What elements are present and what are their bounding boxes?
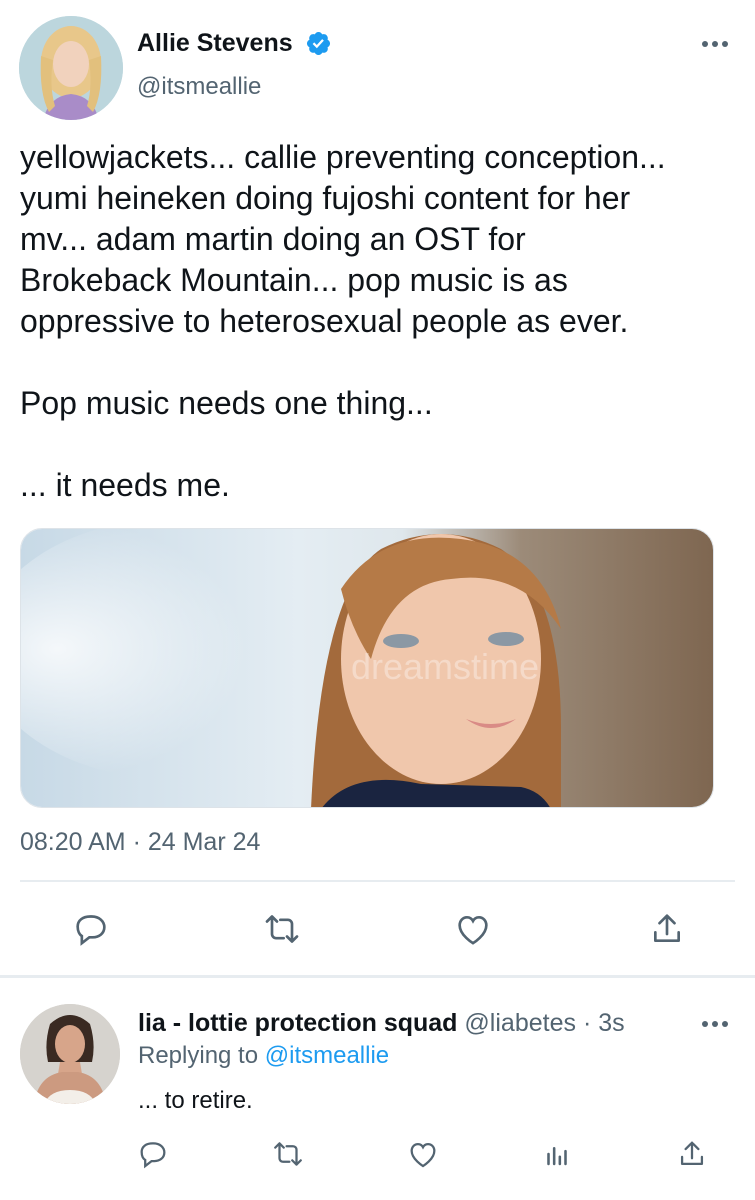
share-icon — [680, 1141, 704, 1166]
reply-share-button[interactable] — [672, 1134, 712, 1174]
tweet-body-line: yumi heineken doing fujoshi content for … — [20, 180, 631, 216]
tweet-timestamp[interactable]: 08:20 AM · 24 Mar 24 — [20, 828, 260, 857]
author-handle[interactable]: @itsmeallie — [137, 73, 261, 101]
author-name[interactable]: Allie Stevens — [137, 29, 293, 58]
verified-badge-icon — [306, 31, 331, 56]
tweet-body-line: oppressive to heterosexual people as eve… — [20, 303, 629, 339]
tweet-body-line: ... it needs me. — [20, 467, 230, 503]
retweet-icon — [274, 1142, 302, 1166]
reply-author-name[interactable]: lia - lottie protection squad — [138, 1009, 457, 1037]
author-avatar[interactable] — [19, 16, 123, 120]
reply-body: ... to retire. — [138, 1087, 253, 1114]
replying-to-mention[interactable]: @itsmeallie — [265, 1042, 389, 1069]
tweet-media-image[interactable]: dreamstime — [20, 528, 714, 808]
reply-author-handle[interactable]: @liabetes — [464, 1009, 576, 1037]
reply-button[interactable] — [69, 907, 113, 951]
replying-to-line: Replying to @itsmeallie — [138, 1042, 389, 1070]
reply-author-avatar[interactable] — [20, 1004, 120, 1104]
media-watermark: dreamstime — [351, 646, 539, 687]
share-button[interactable] — [645, 907, 689, 951]
tweet-body-line: Brokeback Mountain... pop music is as — [20, 262, 568, 298]
tweet-body-line: Pop music needs one thing... — [20, 385, 433, 421]
replying-to-label: Replying to — [138, 1042, 259, 1069]
reply-tweet: lia - lottie protection squad @liabetes … — [0, 978, 755, 1200]
reply-header: lia - lottie protection squad @liabetes … — [138, 1009, 625, 1038]
retweet-button[interactable] — [260, 907, 304, 951]
analytics-icon — [547, 1147, 567, 1166]
tweet-body: yellowjackets... callie preventing conce… — [20, 137, 740, 506]
reply-icon — [76, 915, 106, 946]
tweet-body-line: yellowjackets... callie preventing conce… — [20, 139, 666, 175]
more-options-icon[interactable] — [698, 1014, 732, 1034]
reply-icon — [140, 1142, 166, 1169]
like-icon — [458, 915, 488, 945]
reply-reply-button[interactable] — [133, 1134, 173, 1174]
more-options-icon[interactable] — [698, 34, 732, 54]
reply-time[interactable]: 3s — [598, 1009, 624, 1037]
reply-retweet-button[interactable] — [268, 1134, 308, 1174]
reply-analytics-button[interactable] — [537, 1134, 577, 1174]
like-icon — [410, 1142, 436, 1168]
tweet-body-line: mv... adam martin doing an OST for — [20, 221, 526, 257]
divider — [20, 880, 735, 882]
retweet-icon — [265, 915, 299, 943]
meta-separator: · — [582, 1009, 592, 1037]
main-tweet: Allie Stevens @itsmeallie yellowjackets.… — [0, 0, 755, 978]
like-button[interactable] — [451, 907, 495, 951]
share-icon — [654, 914, 680, 942]
reply-like-button[interactable] — [403, 1134, 443, 1174]
